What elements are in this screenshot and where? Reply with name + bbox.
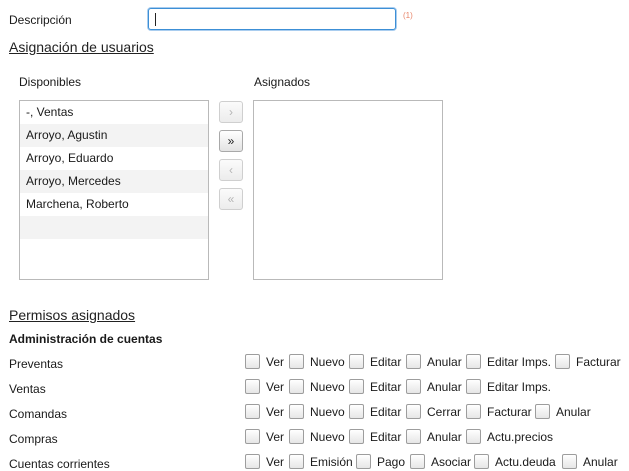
permission-checkbox[interactable]	[406, 404, 421, 419]
permission-row-label: Preventas	[9, 357, 64, 371]
permission-checkbox[interactable]	[289, 429, 304, 444]
permission-checkbox[interactable]	[349, 429, 364, 444]
permission-checkbox[interactable]	[562, 454, 577, 469]
permission-option-label[interactable]: Ver	[266, 380, 284, 394]
text-caret	[155, 13, 156, 26]
permission-checkbox[interactable]	[466, 429, 481, 444]
permission-option-label[interactable]: Editar	[370, 405, 401, 419]
permission-checkbox[interactable]	[356, 454, 371, 469]
permission-option-label[interactable]: Ver	[266, 355, 284, 369]
permission-option-label[interactable]: Nuevo	[310, 355, 345, 369]
permission-option-label[interactable]: Ver	[266, 405, 284, 419]
permission-checkbox[interactable]	[245, 354, 260, 369]
permission-checkbox[interactable]	[349, 379, 364, 394]
permission-option-label[interactable]: Ver	[266, 430, 284, 444]
permission-group-title: Administración de cuentas	[9, 332, 163, 346]
permission-option-label[interactable]: Anular	[556, 405, 591, 419]
permission-checkbox[interactable]	[245, 379, 260, 394]
permission-checkbox[interactable]	[349, 354, 364, 369]
permission-option-label[interactable]: Nuevo	[310, 380, 345, 394]
permission-checkbox[interactable]	[289, 379, 304, 394]
available-label: Disponibles	[19, 75, 82, 89]
empty-row	[20, 216, 208, 239]
permission-option-label[interactable]: Editar	[370, 430, 401, 444]
permission-option-label[interactable]: Editar	[370, 380, 401, 394]
permission-option-label[interactable]: Editar Imps.	[487, 355, 551, 369]
permission-checkbox[interactable]	[474, 454, 489, 469]
permission-option-label[interactable]: Actu.precios	[487, 430, 553, 444]
permission-checkbox[interactable]	[245, 454, 260, 469]
permission-option-label[interactable]: Anular	[427, 380, 462, 394]
permission-checkbox[interactable]	[535, 404, 550, 419]
move-all-left-button[interactable]: «	[219, 188, 243, 210]
permission-row-label: Comandas	[9, 407, 68, 421]
permission-checkbox[interactable]	[406, 354, 421, 369]
permission-option-label[interactable]: Facturar	[576, 355, 621, 369]
assigned-label: Asignados	[254, 75, 311, 89]
permission-option-label[interactable]: Anular	[427, 430, 462, 444]
permission-option-label[interactable]: Editar	[370, 355, 401, 369]
permission-option-label[interactable]: Ver	[266, 455, 284, 469]
list-item[interactable]: -, Ventas	[20, 101, 208, 124]
permission-option-label[interactable]: Actu.deuda	[495, 455, 556, 469]
move-left-button[interactable]: ‹	[219, 159, 243, 181]
list-item[interactable]: Arroyo, Agustin	[20, 124, 208, 147]
list-item[interactable]: Arroyo, Eduardo	[20, 147, 208, 170]
permission-checkbox[interactable]	[349, 404, 364, 419]
permission-checkbox[interactable]	[289, 404, 304, 419]
permission-option-label[interactable]: Editar Imps.	[487, 380, 551, 394]
permission-option-label[interactable]: Pago	[377, 455, 405, 469]
permission-checkbox[interactable]	[410, 454, 425, 469]
permission-option-label[interactable]: Nuevo	[310, 405, 345, 419]
permission-checkbox[interactable]	[466, 404, 481, 419]
permission-row-label: Compras	[9, 432, 58, 446]
description-input[interactable]	[148, 8, 396, 30]
assigned-users-list[interactable]	[253, 100, 443, 280]
permission-checkbox[interactable]	[245, 404, 260, 419]
required-marker: (1)	[403, 11, 413, 20]
permission-checkbox[interactable]	[466, 379, 481, 394]
move-right-button[interactable]: ›	[219, 101, 243, 123]
permission-option-label[interactable]: Anular	[583, 455, 618, 469]
users-section-title: Asignación de usuarios	[9, 39, 154, 55]
list-item[interactable]: Marchena, Roberto	[20, 193, 208, 216]
permission-option-label[interactable]: Asociar	[431, 455, 471, 469]
permission-option-label[interactable]: Cerrar	[427, 405, 461, 419]
permission-checkbox[interactable]	[245, 429, 260, 444]
permission-checkbox[interactable]	[555, 354, 570, 369]
permission-row-label: Ventas	[9, 382, 46, 396]
permission-option-label[interactable]: Anular	[427, 355, 462, 369]
move-all-right-button[interactable]: »	[219, 130, 243, 152]
permission-checkbox[interactable]	[406, 379, 421, 394]
permission-option-label[interactable]: Facturar	[487, 405, 532, 419]
empty-row	[20, 239, 208, 262]
permission-option-label[interactable]: Emisión	[310, 455, 353, 469]
permission-checkbox[interactable]	[289, 354, 304, 369]
permission-option-label[interactable]: Nuevo	[310, 430, 345, 444]
list-item[interactable]: Arroyo, Mercedes	[20, 170, 208, 193]
permissions-section-title: Permisos asignados	[9, 307, 136, 323]
permission-checkbox[interactable]	[466, 354, 481, 369]
available-users-list[interactable]: -, Ventas Arroyo, Agustin Arroyo, Eduardo A…	[19, 100, 209, 280]
description-label: Descripción	[9, 13, 72, 27]
permission-checkbox[interactable]	[289, 454, 304, 469]
permission-checkbox[interactable]	[406, 429, 421, 444]
